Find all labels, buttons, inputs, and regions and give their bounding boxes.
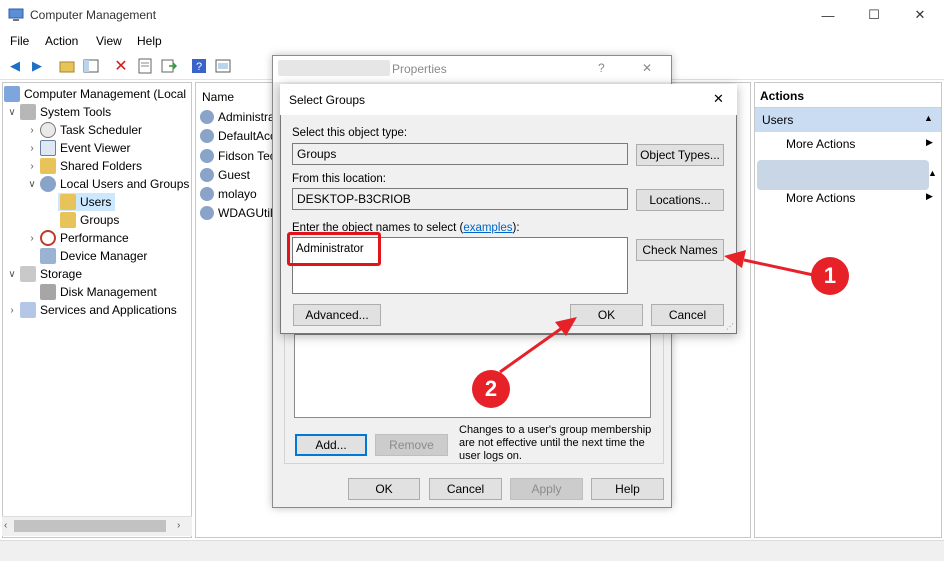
arrow-to-ok (499, 326, 563, 374)
annotation-arrows (499, 250, 819, 374)
step-2-badge: 2 (472, 370, 510, 408)
arrowhead-1 (724, 250, 746, 268)
arrow-to-check-names (743, 258, 819, 278)
step-1-badge: 1 (811, 257, 849, 295)
arrowhead-2 (555, 317, 577, 336)
